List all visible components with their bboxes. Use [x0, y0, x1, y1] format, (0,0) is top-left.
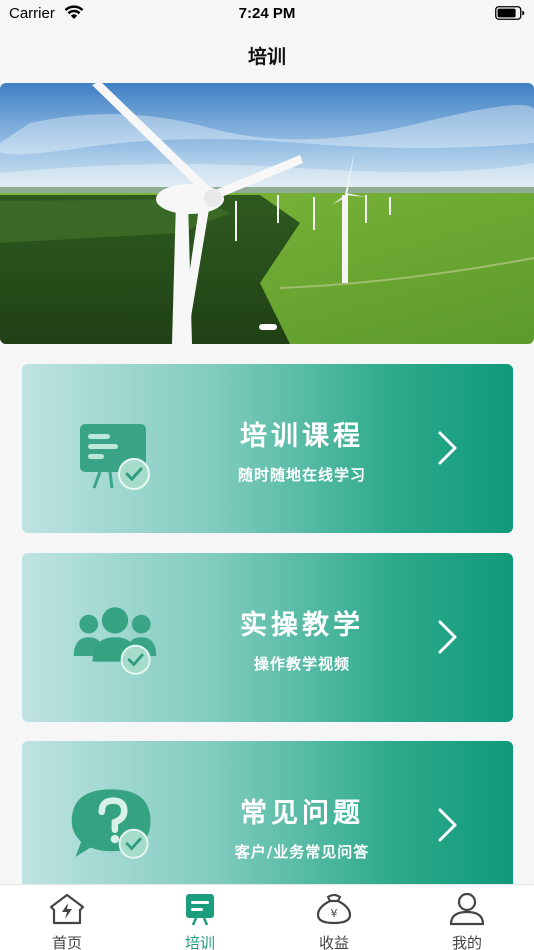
wind-turbine-banner-image [0, 83, 534, 344]
profile-icon [449, 892, 485, 926]
card-title: 实操教学 [240, 610, 364, 641]
svg-text:¥: ¥ [331, 907, 338, 920]
group-users-check-icon [73, 607, 157, 675]
tab-label: 收益 [318, 934, 349, 950]
practical-teaching-card[interactable]: 实操教学 操作教学视频 [22, 553, 513, 722]
chevron-right-icon [438, 620, 457, 654]
battery-icon [495, 6, 525, 20]
card-title: 常见问题 [240, 798, 364, 829]
status-bar: Carrier 7:24 PM [0, 0, 534, 28]
card-subtitle: 操作教学视频 [253, 655, 350, 673]
card-subtitle: 随时随地在线学习 [237, 466, 366, 484]
home-icon [49, 893, 85, 925]
presentation-board-check-icon [80, 424, 150, 490]
question-bubble-check-icon [71, 789, 151, 859]
tab-earnings[interactable]: ¥ 收益 [267, 885, 401, 950]
tab-profile[interactable]: 我的 [400, 885, 534, 950]
status-time: 7:24 PM [238, 5, 296, 22]
card-subtitle: 客户/业务常见问答 [234, 843, 370, 861]
tab-home[interactable]: 首页 [0, 885, 134, 950]
tab-training[interactable]: 培训 [133, 885, 267, 950]
tab-label: 我的 [451, 934, 482, 950]
money-bag-icon: ¥ [316, 894, 352, 925]
tab-label: 培训 [184, 934, 215, 950]
card-title: 培训课程 [240, 421, 364, 452]
navigation-bar: 培训 [0, 28, 534, 83]
training-board-icon [186, 894, 214, 926]
banner-carousel[interactable] [0, 83, 534, 344]
page-title: 培训 [247, 46, 286, 68]
chevron-right-icon [438, 431, 457, 465]
chevron-right-icon [438, 808, 457, 842]
training-screen: Carrier 7:24 PM 培训 培训课程 随时随地在线学习 实操教学 操作… [0, 0, 534, 950]
training-course-card[interactable]: 培训课程 随时随地在线学习 [22, 364, 513, 533]
tab-bar: 首页 培训 ¥ 收益 我的 [0, 884, 534, 950]
tab-label: 首页 [51, 934, 82, 950]
carousel-page-indicator[interactable] [259, 324, 277, 330]
